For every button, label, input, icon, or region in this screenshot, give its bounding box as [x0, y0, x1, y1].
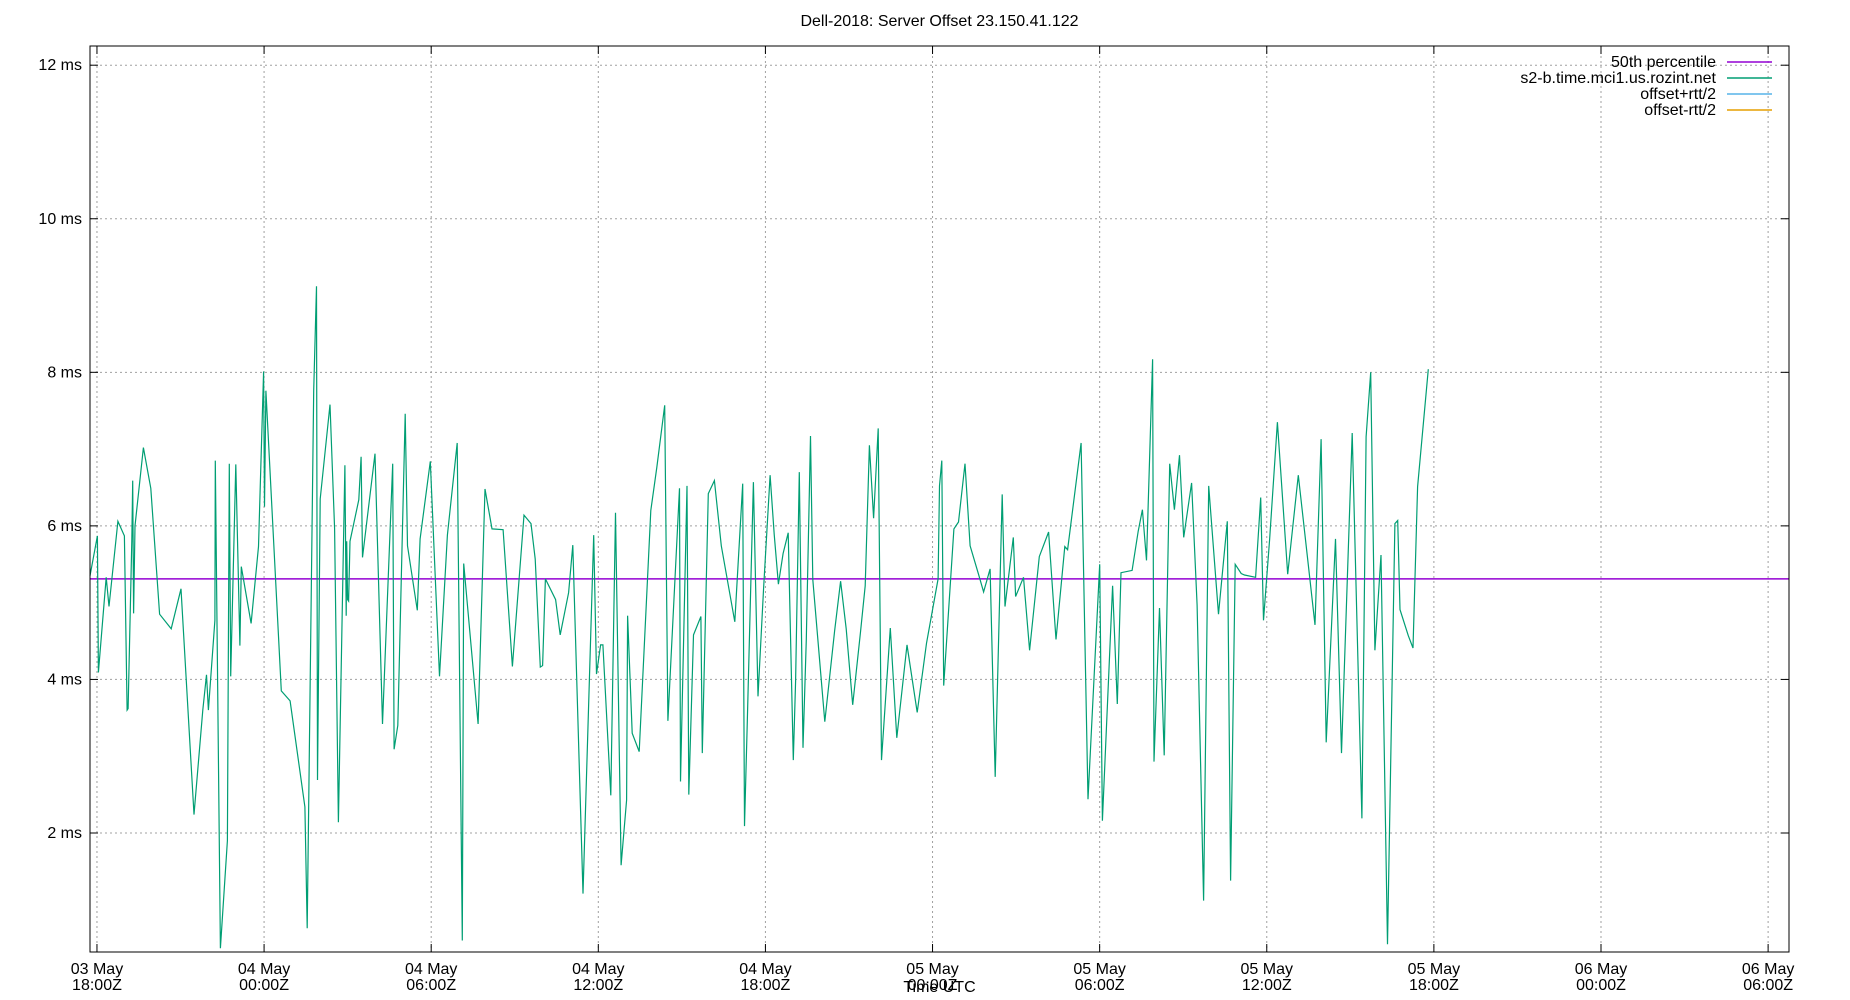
chart-background — [0, 0, 1850, 1000]
x-tick-date: 06 May — [1742, 961, 1794, 978]
x-tick-date: 04 May — [739, 961, 791, 978]
legend-label: offset-rtt/2 — [1644, 102, 1716, 119]
x-tick-date: 03 May — [71, 961, 123, 978]
x-tick-date: 04 May — [572, 961, 624, 978]
x-tick-time: 18:00Z — [1409, 977, 1459, 994]
x-tick-date: 05 May — [1073, 961, 1125, 978]
x-tick-time: 18:00Z — [741, 977, 791, 994]
legend-label: 50th percentile — [1611, 54, 1716, 71]
x-tick-time: 06:00Z — [406, 977, 456, 994]
offset-chart: 2 ms4 ms6 ms8 ms10 ms12 ms03 May18:00Z04… — [0, 0, 1850, 1000]
x-tick-date: 04 May — [238, 961, 290, 978]
y-tick-label: 12 ms — [38, 57, 82, 74]
y-tick-label: 2 ms — [47, 825, 82, 842]
x-tick-time: 12:00Z — [573, 977, 623, 994]
x-tick-time: 18:00Z — [72, 977, 122, 994]
y-tick-label: 4 ms — [47, 671, 82, 688]
y-tick-label: 6 ms — [47, 518, 82, 535]
y-tick-label: 8 ms — [47, 364, 82, 381]
x-tick-time: 12:00Z — [1242, 977, 1292, 994]
x-tick-date: 05 May — [1241, 961, 1293, 978]
x-tick-time: 00:00Z — [239, 977, 289, 994]
x-tick-date: 06 May — [1575, 961, 1627, 978]
x-tick-time: 00:00Z — [1576, 977, 1626, 994]
x-tick-date: 04 May — [405, 961, 457, 978]
x-tick-date: 05 May — [906, 961, 958, 978]
x-tick-time: 06:00Z — [1075, 977, 1125, 994]
legend-label: s2-b.time.mci1.us.rozint.net — [1520, 70, 1716, 87]
chart-title: Dell-2018: Server Offset 23.150.41.122 — [800, 13, 1078, 30]
x-tick-time: 06:00Z — [1743, 977, 1793, 994]
y-tick-label: 10 ms — [38, 211, 82, 228]
legend-label: offset+rtt/2 — [1640, 86, 1716, 103]
chart-root: 2 ms 4 ms 6 ms 8 ms 10 ms 12 ms 03 May 18:00Z 04… — [0, 0, 1850, 1000]
x-tick-date: 05 May — [1408, 961, 1460, 978]
x-axis-title: Time UTC — [903, 979, 975, 996]
